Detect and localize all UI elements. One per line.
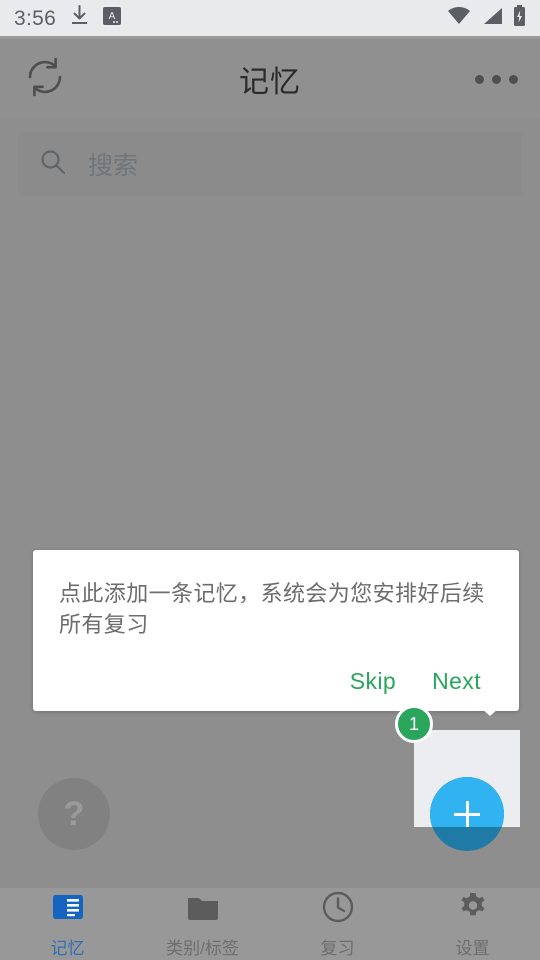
nav-item-categories[interactable]: 类别/标签	[135, 888, 270, 960]
nav-label-memories: 记忆	[50, 938, 85, 958]
clock-icon	[321, 890, 355, 929]
coachmark-step-badge: 1	[395, 705, 433, 743]
coachmark-message: 点此添加一条记忆，系统会为您安排好后续所有复习	[59, 581, 485, 638]
status-bar-clock: 3:56	[14, 6, 57, 30]
nav-item-settings[interactable]: 设置	[405, 888, 540, 960]
step-badge-label: 1	[408, 713, 419, 734]
status-bar-left: 3:56 A	[14, 4, 122, 32]
bottom-navigation: 记忆 类别/标签 复习 设置	[0, 888, 540, 960]
folder-icon	[186, 890, 220, 929]
battery-charging-icon	[513, 4, 526, 32]
overflow-menu-button[interactable]	[475, 74, 518, 84]
nav-item-memories[interactable]: 记忆	[0, 888, 135, 960]
svg-text:A: A	[109, 11, 116, 22]
search-icon	[40, 149, 66, 180]
skip-button[interactable]: Skip	[350, 668, 396, 695]
status-bar: 3:56 A	[0, 0, 540, 36]
status-bar-right	[447, 4, 526, 32]
overflow-dot	[475, 74, 484, 84]
nav-item-review[interactable]: 复习	[270, 888, 405, 960]
download-icon	[70, 4, 89, 32]
wifi-icon	[447, 6, 471, 30]
search-input[interactable]: 搜索	[88, 146, 138, 182]
signal-icon	[481, 7, 503, 30]
coachmark-arrow	[474, 702, 506, 716]
help-fab[interactable]: ?	[38, 778, 110, 850]
next-button[interactable]: Next	[432, 668, 481, 695]
gear-icon	[456, 890, 490, 929]
search-bar[interactable]: 搜索	[18, 132, 522, 196]
overflow-dot	[492, 74, 501, 84]
sync-button[interactable]	[22, 54, 68, 105]
status-bar-divider	[0, 36, 540, 39]
add-memory-fab[interactable]	[430, 777, 504, 851]
question-mark-icon: ?	[63, 794, 85, 833]
plus-icon	[430, 777, 504, 851]
sync-icon	[22, 54, 68, 105]
coachmark-actions: Skip Next	[59, 668, 493, 695]
app-bar: 记忆	[0, 39, 540, 119]
page-title: 记忆	[239, 66, 301, 99]
coachmark-card: 点此添加一条记忆，系统会为您安排好后续所有复习 Skip Next	[33, 550, 519, 712]
nav-label-settings: 设置	[455, 938, 490, 958]
overflow-dot	[509, 74, 518, 84]
app-a-icon: A	[103, 6, 122, 30]
reader-mode-icon	[51, 890, 85, 929]
nav-label-categories: 类别/标签	[166, 938, 239, 958]
nav-label-review: 复习	[320, 938, 355, 958]
